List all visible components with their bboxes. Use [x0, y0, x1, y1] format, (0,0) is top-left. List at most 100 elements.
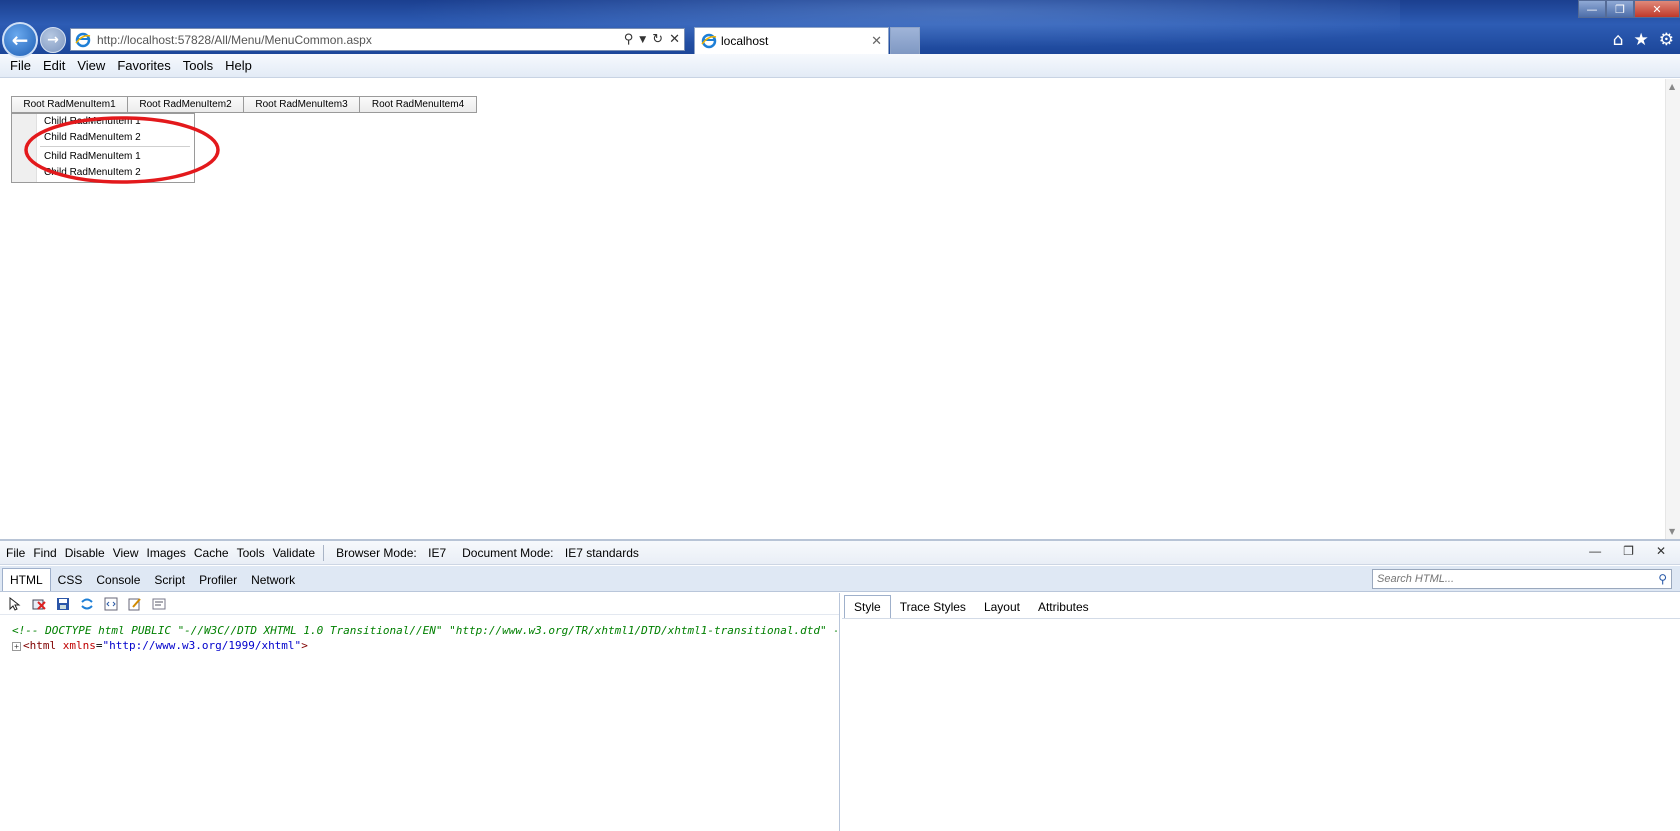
- url-text[interactable]: http://localhost:57828/All/Menu/MenuComm…: [97, 33, 624, 47]
- browser-tab[interactable]: localhost ✕: [694, 27, 889, 54]
- search-icon[interactable]: ⚲: [1658, 572, 1671, 586]
- child-menu-item[interactable]: Child RadMenuItem 2: [44, 132, 141, 143]
- rad-submenu: Child RadMenuItem 1 Child RadMenuItem 2 …: [11, 113, 195, 183]
- dt-menu-tools[interactable]: Tools: [233, 546, 269, 560]
- browser-toolbar-icons: ⌂ ★ ⚙: [1613, 30, 1674, 50]
- html-attr-eq: =: [95, 639, 103, 652]
- new-tab-button[interactable]: [890, 27, 920, 54]
- html-tag-open: <html: [23, 639, 57, 652]
- tab-profiler[interactable]: Profiler: [192, 569, 244, 591]
- dt-menu-disable[interactable]: Disable: [61, 546, 109, 560]
- document-mode-menu[interactable]: Document Mode: IE7 standards: [454, 546, 647, 560]
- menu-tools[interactable]: Tools: [177, 58, 219, 73]
- html-attr-value: "http://www.w3.org/1999/xhtml": [102, 639, 302, 652]
- back-arrow-icon: ←: [11, 28, 29, 52]
- dt-menu-view[interactable]: View: [109, 546, 143, 560]
- window-controls: — ❐ ✕: [1578, 0, 1680, 18]
- address-bar[interactable]: http://localhost:57828/All/Menu/MenuComm…: [70, 28, 685, 51]
- search-html-input[interactable]: [1377, 573, 1659, 585]
- tab-html[interactable]: HTML: [2, 568, 51, 591]
- tab-close-icon[interactable]: ✕: [871, 34, 882, 49]
- html-tag-close: >: [301, 639, 308, 652]
- devtools-window-controls: — ❐ ✕: [1585, 544, 1670, 558]
- menu-edit[interactable]: Edit: [37, 58, 71, 73]
- dt-menu-validate[interactable]: Validate: [269, 546, 319, 560]
- save-icon[interactable]: [54, 595, 72, 613]
- dropdown-icon[interactable]: ▼: [639, 35, 646, 45]
- gear-icon[interactable]: ⚙: [1659, 30, 1674, 50]
- menu-favorites[interactable]: Favorites: [111, 58, 176, 73]
- search-icon[interactable]: ⚲: [624, 32, 634, 47]
- root-menu-item-2[interactable]: Root RadMenuItem2: [128, 97, 244, 112]
- dt-menu-images[interactable]: Images: [143, 546, 190, 560]
- page-scrollbar[interactable]: ▲ ▼: [1665, 79, 1680, 539]
- tab-layout[interactable]: Layout: [975, 596, 1029, 618]
- minimize-icon: —: [1586, 2, 1598, 16]
- document-mode-value: IE7 standards: [564, 545, 639, 560]
- clear-outline-icon[interactable]: [30, 595, 48, 613]
- dt-menu-file[interactable]: File: [2, 546, 29, 560]
- doctype-line[interactable]: <!-- DOCTYPE html PUBLIC "-//W3C//DTD XH…: [12, 624, 837, 637]
- refresh-dom-icon[interactable]: [78, 595, 96, 613]
- submenu-separator: [40, 146, 190, 147]
- menu-view[interactable]: View: [71, 58, 111, 73]
- rad-menu-root: Root RadMenuItem1 Root RadMenuItem2 Root…: [11, 96, 477, 113]
- devtools-tabs: HTML CSS Console Script Profiler Network…: [0, 566, 1680, 592]
- tab-trace-styles[interactable]: Trace Styles: [891, 596, 975, 618]
- dom-element-icon[interactable]: [102, 595, 120, 613]
- html-tree-pane: <!-- DOCTYPE html PUBLIC "-//W3C//DTD XH…: [0, 593, 840, 831]
- child-menu-item[interactable]: Child RadMenuItem 2: [44, 167, 141, 178]
- menu-help[interactable]: Help: [219, 58, 258, 73]
- restore-button[interactable]: ❐: [1606, 0, 1634, 18]
- tab-console[interactable]: Console: [89, 569, 147, 591]
- browser-mode-label: Browser Mode:: [336, 545, 417, 560]
- browser-menu-bar: File Edit View Favorites Tools Help: [0, 54, 1680, 78]
- refresh-icon[interactable]: ↻: [652, 32, 663, 47]
- search-html-box[interactable]: ⚲: [1372, 569, 1672, 589]
- menu-separator: [323, 544, 325, 561]
- word-wrap-icon[interactable]: [150, 595, 168, 613]
- menu-file[interactable]: File: [4, 58, 37, 73]
- dt-menu-cache[interactable]: Cache: [190, 546, 233, 560]
- favorites-star-icon[interactable]: ★: [1634, 30, 1649, 50]
- dt-close-icon[interactable]: ✕: [1652, 544, 1670, 558]
- scroll-down-icon[interactable]: ▼: [1669, 527, 1675, 536]
- tab-title: localhost: [721, 34, 769, 48]
- tab-style[interactable]: Style: [844, 595, 891, 618]
- tab-attributes[interactable]: Attributes: [1029, 596, 1098, 618]
- html-attr-name: xmlns: [62, 639, 96, 652]
- select-element-icon[interactable]: [6, 595, 24, 613]
- tab-ie-icon: [701, 33, 717, 49]
- root-menu-item-4[interactable]: Root RadMenuItem4: [360, 97, 476, 112]
- minimize-button[interactable]: —: [1578, 0, 1606, 18]
- ie-page-icon: [75, 32, 91, 48]
- forward-button[interactable]: →: [40, 27, 66, 53]
- expand-node-icon[interactable]: +: [12, 641, 21, 651]
- browser-mode-menu[interactable]: Browser Mode: IE7: [328, 546, 454, 560]
- stop-icon[interactable]: ✕: [669, 32, 680, 47]
- dt-undock-icon[interactable]: ❐: [1619, 544, 1638, 558]
- root-menu-item-3[interactable]: Root RadMenuItem3: [244, 97, 360, 112]
- dt-menu-find[interactable]: Find: [29, 546, 60, 560]
- close-window-button[interactable]: ✕: [1634, 0, 1680, 18]
- devtools-menu-bar: File Find Disable View Images Cache Tool…: [0, 541, 1680, 565]
- document-mode-label: Document Mode:: [462, 545, 554, 560]
- close-icon: ✕: [1652, 2, 1662, 16]
- back-button[interactable]: ←: [2, 22, 38, 58]
- html-node-line[interactable]: + <html xmlns="http://www.w3.org/1999/xht…: [12, 639, 837, 652]
- doctype-comment: <!-- DOCTYPE html PUBLIC "-//W3C//DTD XH…: [12, 624, 837, 637]
- tab-css[interactable]: CSS: [51, 569, 90, 591]
- restore-icon: ❐: [1615, 2, 1625, 16]
- dt-minimize-icon[interactable]: —: [1585, 544, 1605, 558]
- home-icon[interactable]: ⌂: [1613, 30, 1624, 50]
- scroll-up-icon[interactable]: ▲: [1669, 82, 1675, 91]
- tab-script[interactable]: Script: [147, 569, 192, 591]
- browser-mode-value: IE7: [428, 545, 447, 560]
- edit-icon[interactable]: [126, 595, 144, 613]
- child-menu-item[interactable]: Child RadMenuItem 1: [44, 151, 141, 162]
- developer-tools-panel: File Find Disable View Images Cache Tool…: [0, 539, 1680, 831]
- tab-network[interactable]: Network: [244, 569, 302, 591]
- child-menu-item[interactable]: Child RadMenuItem 1: [44, 116, 141, 127]
- root-menu-item-1[interactable]: Root RadMenuItem1: [12, 97, 128, 112]
- style-pane-tabs: Style Trace Styles Layout Attributes: [842, 593, 1680, 619]
